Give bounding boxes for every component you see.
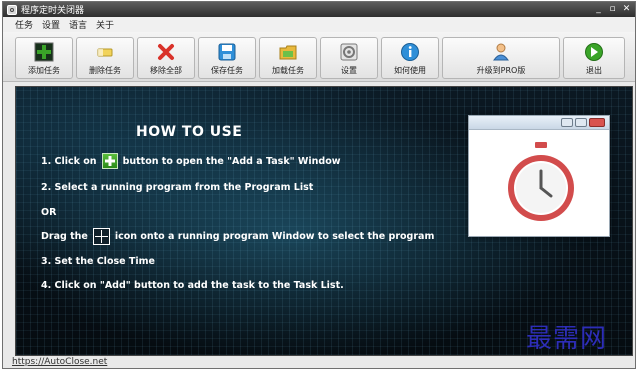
folder-icon — [278, 42, 298, 62]
close-button[interactable]: ✕ — [621, 4, 632, 15]
window-title: 程序定时关闭器 — [21, 6, 85, 16]
maximize-button[interactable]: ▫ — [607, 4, 618, 15]
step-3: 3. Set the Close Time — [41, 256, 155, 267]
menu-settings[interactable]: 设置 — [42, 18, 60, 31]
step-2: 2. Select a running program from the Pro… — [41, 182, 314, 193]
how-to-use-panel: HOW TO USE 1. Click on button to open th… — [15, 86, 633, 356]
mini-titlebar — [469, 116, 609, 130]
exit-button[interactable]: 退出 — [563, 37, 625, 79]
watermark: 最需网 — [526, 324, 608, 354]
how-to-use-button[interactable]: 如何使用 — [381, 37, 439, 79]
mini-window-controls — [561, 118, 605, 127]
settings-label: 设置 — [341, 66, 357, 75]
floppy-disk-icon — [217, 42, 237, 62]
add-task-button[interactable]: 添加任务 — [15, 37, 73, 79]
add-icon — [34, 42, 54, 62]
how-to-use-label: 如何使用 — [394, 66, 426, 75]
crosshair-icon — [92, 228, 110, 245]
stopwatch-icon — [508, 142, 574, 221]
step-1-prefix: 1. Click on — [41, 155, 97, 167]
menu-language[interactable]: 语言 — [69, 18, 87, 31]
delete-task-button[interactable]: 删除任务 — [76, 37, 134, 79]
menu-bar: 任务 设置 语言 关于 — [3, 17, 635, 32]
add-icon — [101, 153, 118, 169]
app-window: 程序定时关闭器 _ ▫ ✕ 任务 设置 语言 关于 添加任务 删除任务 移除全部… — [2, 1, 636, 369]
or-label: OR — [41, 207, 57, 218]
how-to-use-title: HOW TO USE — [136, 124, 243, 140]
load-task-button[interactable]: 加载任务 — [259, 37, 317, 79]
drag-instruction: Drag the icon onto a running program Win… — [41, 228, 434, 245]
eraser-icon — [95, 42, 115, 62]
load-task-label: 加载任务 — [272, 66, 304, 75]
remove-all-icon — [156, 42, 176, 62]
menu-about[interactable]: 关于 — [96, 18, 114, 31]
toolbar: 添加任务 删除任务 移除全部 保存任务 加载任务 设置 如何使用 升级到PRO版… — [3, 32, 635, 82]
upgrade-pro-label: 升级到PRO版 — [476, 66, 526, 75]
settings-icon — [339, 42, 359, 62]
exit-icon — [584, 42, 604, 62]
step-1-suffix: button to open the "Add a Task" Window — [122, 155, 341, 167]
upgrade-pro-button[interactable]: 升级到PRO版 — [442, 37, 560, 79]
window-illustration — [468, 115, 610, 237]
info-icon — [400, 42, 420, 62]
window-controls: _ ▫ ✕ — [593, 4, 632, 15]
exit-label: 退出 — [586, 66, 602, 75]
save-task-button[interactable]: 保存任务 — [198, 37, 256, 79]
website-link[interactable]: https://AutoClose.net — [12, 357, 107, 367]
mini-minimize-icon — [561, 118, 573, 127]
settings-button[interactable]: 设置 — [320, 37, 378, 79]
remove-all-label: 移除全部 — [150, 66, 182, 75]
user-icon — [491, 42, 511, 62]
mini-close-icon — [589, 118, 605, 127]
drag-suffix: icon onto a running program Window to se… — [114, 231, 435, 242]
mini-maximize-icon — [575, 118, 587, 127]
delete-task-label: 删除任务 — [89, 66, 121, 75]
step-4: 4. Click on "Add" button to add the task… — [41, 280, 344, 291]
title-bar[interactable]: 程序定时关闭器 _ ▫ ✕ — [3, 2, 635, 17]
minimize-button[interactable]: _ — [593, 4, 604, 15]
add-task-label: 添加任务 — [28, 66, 60, 75]
remove-all-button[interactable]: 移除全部 — [137, 37, 195, 79]
drag-prefix: Drag the — [41, 231, 88, 242]
step-1: 1. Click on button to open the "Add a Ta… — [41, 153, 341, 169]
menu-task[interactable]: 任务 — [15, 18, 33, 31]
app-icon — [7, 4, 17, 15]
save-task-label: 保存任务 — [211, 66, 243, 75]
